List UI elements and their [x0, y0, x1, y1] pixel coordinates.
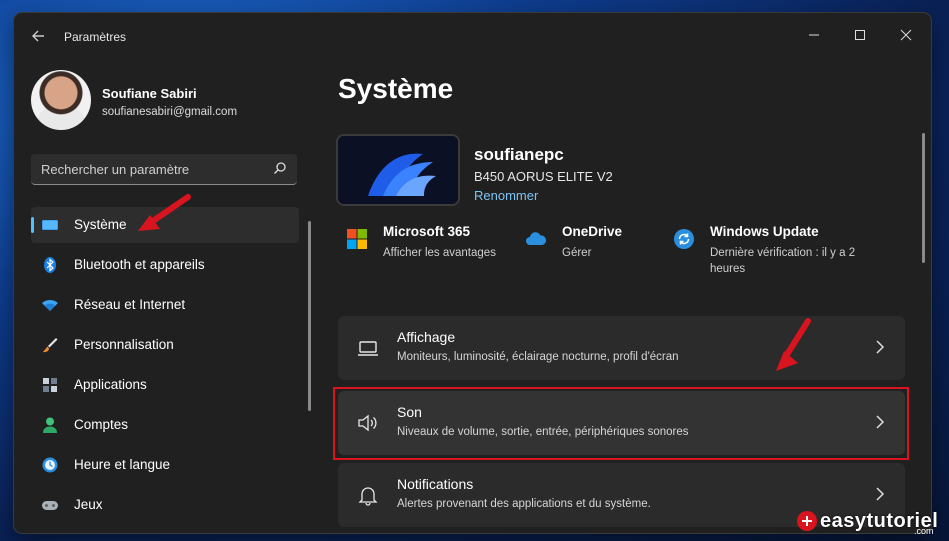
sidebar-item-label: Personnalisation [74, 337, 174, 352]
sidebar-item-heure-langue[interactable]: Heure et langue [31, 447, 299, 483]
bell-icon [358, 487, 378, 506]
sidebar-scrollbar[interactable] [308, 221, 311, 411]
laptop-icon [358, 341, 378, 356]
sidebar-item-label: Comptes [74, 417, 129, 432]
back-arrow-icon[interactable] [30, 28, 48, 46]
annotation-arrow-right [776, 318, 811, 371]
person-icon [43, 417, 57, 433]
window-title: Paramètres [64, 30, 127, 44]
sidebar-item-label: Système [74, 217, 127, 232]
gamepad-icon [42, 501, 58, 510]
quick-subtitle: Afficher les avantages [383, 247, 496, 259]
search-input[interactable]: Rechercher un paramètre [31, 154, 297, 185]
quick-subtitle: Dernière vérification : il y a 2 heures [710, 247, 856, 275]
sidebar-item-personnalisation[interactable]: Personnalisation [31, 327, 299, 363]
chevron-right-icon [876, 340, 885, 354]
sidebar-item-label: Bluetooth et appareils [74, 257, 205, 272]
user-email: soufianesabiri@gmail.com [102, 106, 238, 118]
sidebar-item-label: Heure et langue [74, 457, 171, 472]
card-affichage[interactable]: Affichage Moniteurs, luminosité, éclaira… [338, 316, 905, 380]
pc-name: soufianepc [474, 145, 564, 164]
pc-wallpaper-thumbnail [338, 136, 458, 204]
monitor-icon [42, 220, 58, 230]
sidebar: Soufiane Sabiri soufianesabiri@gmail.com… [14, 59, 314, 533]
sidebar-item-label: Jeux [74, 497, 103, 512]
sidebar-item-jeux[interactable]: Jeux [31, 487, 299, 523]
settings-window: Paramètres Soufiane Sabiri soufianesabir… [14, 13, 931, 533]
sidebar-item-applications[interactable]: Applications [31, 367, 299, 403]
pc-model: B450 AORUS ELITE V2 [474, 169, 613, 184]
bluetooth-icon [44, 257, 56, 273]
sidebar-nav: Système Bluetooth et appareils Réseau et… [31, 207, 299, 527]
main-scrollbar[interactable] [922, 133, 925, 263]
update-icon [674, 229, 694, 249]
maximize-button[interactable] [837, 21, 883, 51]
brush-icon [43, 338, 58, 353]
wifi-icon [42, 300, 58, 311]
card-subtitle: Alertes provenant des applications et du… [397, 498, 651, 510]
quick-subtitle: Gérer [562, 247, 592, 259]
page-title: Système [338, 73, 454, 104]
user-name: Soufiane Sabiri [102, 86, 197, 101]
clock-globe-icon [42, 457, 58, 473]
minimize-button[interactable] [791, 21, 837, 51]
sidebar-item-label: Réseau et Internet [74, 297, 186, 312]
card-subtitle: Moniteurs, luminosité, éclairage nocturn… [397, 351, 679, 363]
rename-link[interactable]: Renommer [474, 188, 538, 203]
cloud-icon [526, 232, 547, 245]
search-placeholder: Rechercher un paramètre [41, 162, 190, 177]
quick-title: Windows Update [710, 224, 819, 239]
microsoft-logo-icon [347, 229, 367, 249]
card-title: Notifications [397, 476, 474, 492]
card-title: Affichage [397, 329, 456, 345]
quick-title: OneDrive [562, 224, 623, 239]
watermark-suffix: .com [914, 526, 934, 536]
main-content: Système soufianepc B450 AORUS ELITE V2 R… [333, 59, 918, 533]
sidebar-item-comptes[interactable]: Comptes [31, 407, 299, 443]
sidebar-item-reseau[interactable]: Réseau et Internet [31, 287, 299, 323]
apps-icon [43, 378, 57, 392]
sidebar-item-label: Applications [74, 377, 147, 392]
search-icon [274, 162, 286, 174]
watermark-logo-icon [797, 511, 817, 531]
close-button[interactable] [883, 21, 929, 51]
son-highlight-box [333, 387, 909, 460]
title-bar: Paramètres [14, 13, 931, 59]
quick-title: Microsoft 365 [383, 224, 471, 239]
annotation-arrow-left [138, 194, 191, 231]
chevron-right-icon [876, 487, 885, 501]
avatar[interactable] [31, 70, 91, 130]
sidebar-item-bluetooth[interactable]: Bluetooth et appareils [31, 247, 299, 283]
